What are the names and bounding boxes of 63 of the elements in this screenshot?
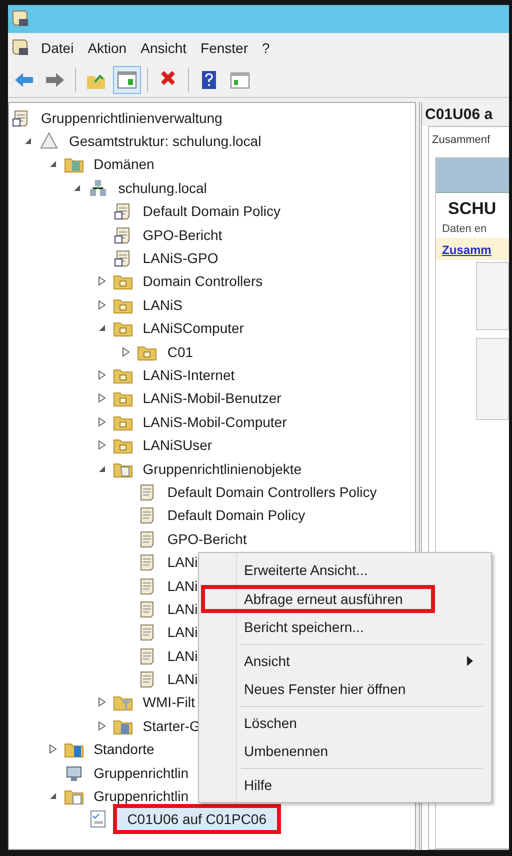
tree-item[interactable]: WMI-Filt: [138, 691, 200, 714]
expander-icon[interactable]: [96, 720, 107, 731]
tree-item[interactable]: Default Domain Policy: [162, 504, 310, 526]
tree-item[interactable]: GPO-Bericht: [162, 528, 252, 550]
expander-icon[interactable]: [48, 744, 58, 754]
tree-item[interactable]: GPO-Bericht: [138, 224, 228, 246]
expander-icon[interactable]: [96, 416, 107, 427]
menu-item[interactable]: Umbenennen: [201, 737, 489, 766]
expander-icon[interactable]: [96, 393, 107, 404]
menu-item[interactable]: Aktion: [80, 38, 134, 58]
report-icon: [88, 809, 108, 830]
tree-item[interactable]: LANiS-Mobil-Benutzer: [138, 387, 286, 410]
tree-item[interactable]: C01U06 auf C01PC06: [113, 804, 280, 834]
expander-icon[interactable]: [23, 136, 33, 146]
panel-title: C01U06 a: [422, 102, 509, 126]
tree-item[interactable]: LANiS-GPO: [138, 247, 224, 270]
tree-pane-icon[interactable]: [113, 66, 141, 94]
section-link[interactable]: Zusamm: [442, 243, 492, 257]
tree-item[interactable]: LANiSComputer: [138, 317, 249, 340]
triangle-icon: [39, 131, 59, 152]
tree-item[interactable]: LANiS-Mobil-Computer: [138, 410, 292, 433]
menu-item[interactable]: ?: [255, 38, 277, 58]
expander-icon[interactable]: [96, 323, 107, 334]
menu-item[interactable]: Ansicht: [201, 646, 489, 675]
tree-item[interactable]: Standorte: [88, 738, 160, 760]
menu-item[interactable]: Fenster: [194, 38, 255, 58]
tree-item[interactable]: LANiS: [138, 294, 188, 316]
report-subtext: Daten en: [441, 222, 488, 235]
expander-icon[interactable]: [48, 791, 58, 802]
expander-icon[interactable]: [48, 159, 58, 170]
app-icon[interactable]: [10, 38, 30, 58]
expander-icon[interactable]: [96, 440, 107, 450]
expander-icon[interactable]: [96, 276, 107, 286]
tab[interactable]: Zusammenf: [429, 131, 509, 149]
tree-item[interactable]: Gesamtstruktur: schulung.local: [64, 130, 266, 152]
tree-item[interactable]: schulung.local: [113, 176, 212, 199]
server-icon: [88, 178, 108, 198]
tree-item[interactable]: Gruppenrichtlinienobjekte: [138, 458, 307, 480]
tree-item[interactable]: LANiSUser: [138, 434, 218, 456]
expander-icon[interactable]: [96, 370, 107, 380]
tree-item[interactable]: Gruppenrichtlinienverwaltung: [36, 106, 228, 129]
menu-item[interactable]: Neues Fenster hier öffnen: [201, 675, 489, 704]
tree-item[interactable]: C01: [162, 340, 198, 363]
expander-icon[interactable]: [96, 464, 107, 474]
tree-item[interactable]: Domänen: [88, 153, 160, 176]
expander-icon[interactable]: [72, 182, 82, 193]
app-icon: [10, 9, 30, 29]
menu-item[interactable]: Datei: [34, 38, 81, 58]
expander-icon[interactable]: [121, 346, 132, 357]
menu-item[interactable]: Bericht speichern...: [201, 613, 489, 642]
report-heading: SCHU: [447, 198, 498, 219]
menu-item[interactable]: Löschen: [201, 708, 489, 737]
menu-item[interactable]: Erweiterte Ansicht...: [201, 556, 489, 584]
tree-item[interactable]: Domain Controllers: [138, 270, 268, 292]
tree-item[interactable]: Default Domain Policy: [138, 200, 286, 222]
tree-item[interactable]: LANiS-Internet: [138, 364, 240, 386]
menu-item[interactable]: Ansicht: [134, 38, 194, 58]
tree-item[interactable]: Default Domain Controllers Policy: [162, 480, 382, 503]
tree-item[interactable]: Gruppenrichtlin: [88, 762, 194, 784]
menu-item[interactable]: Hilfe: [201, 770, 489, 799]
expander-icon[interactable]: [96, 697, 107, 708]
expander-icon[interactable]: [96, 300, 107, 310]
menu-item[interactable]: Abfrage erneut ausführen: [201, 584, 435, 613]
